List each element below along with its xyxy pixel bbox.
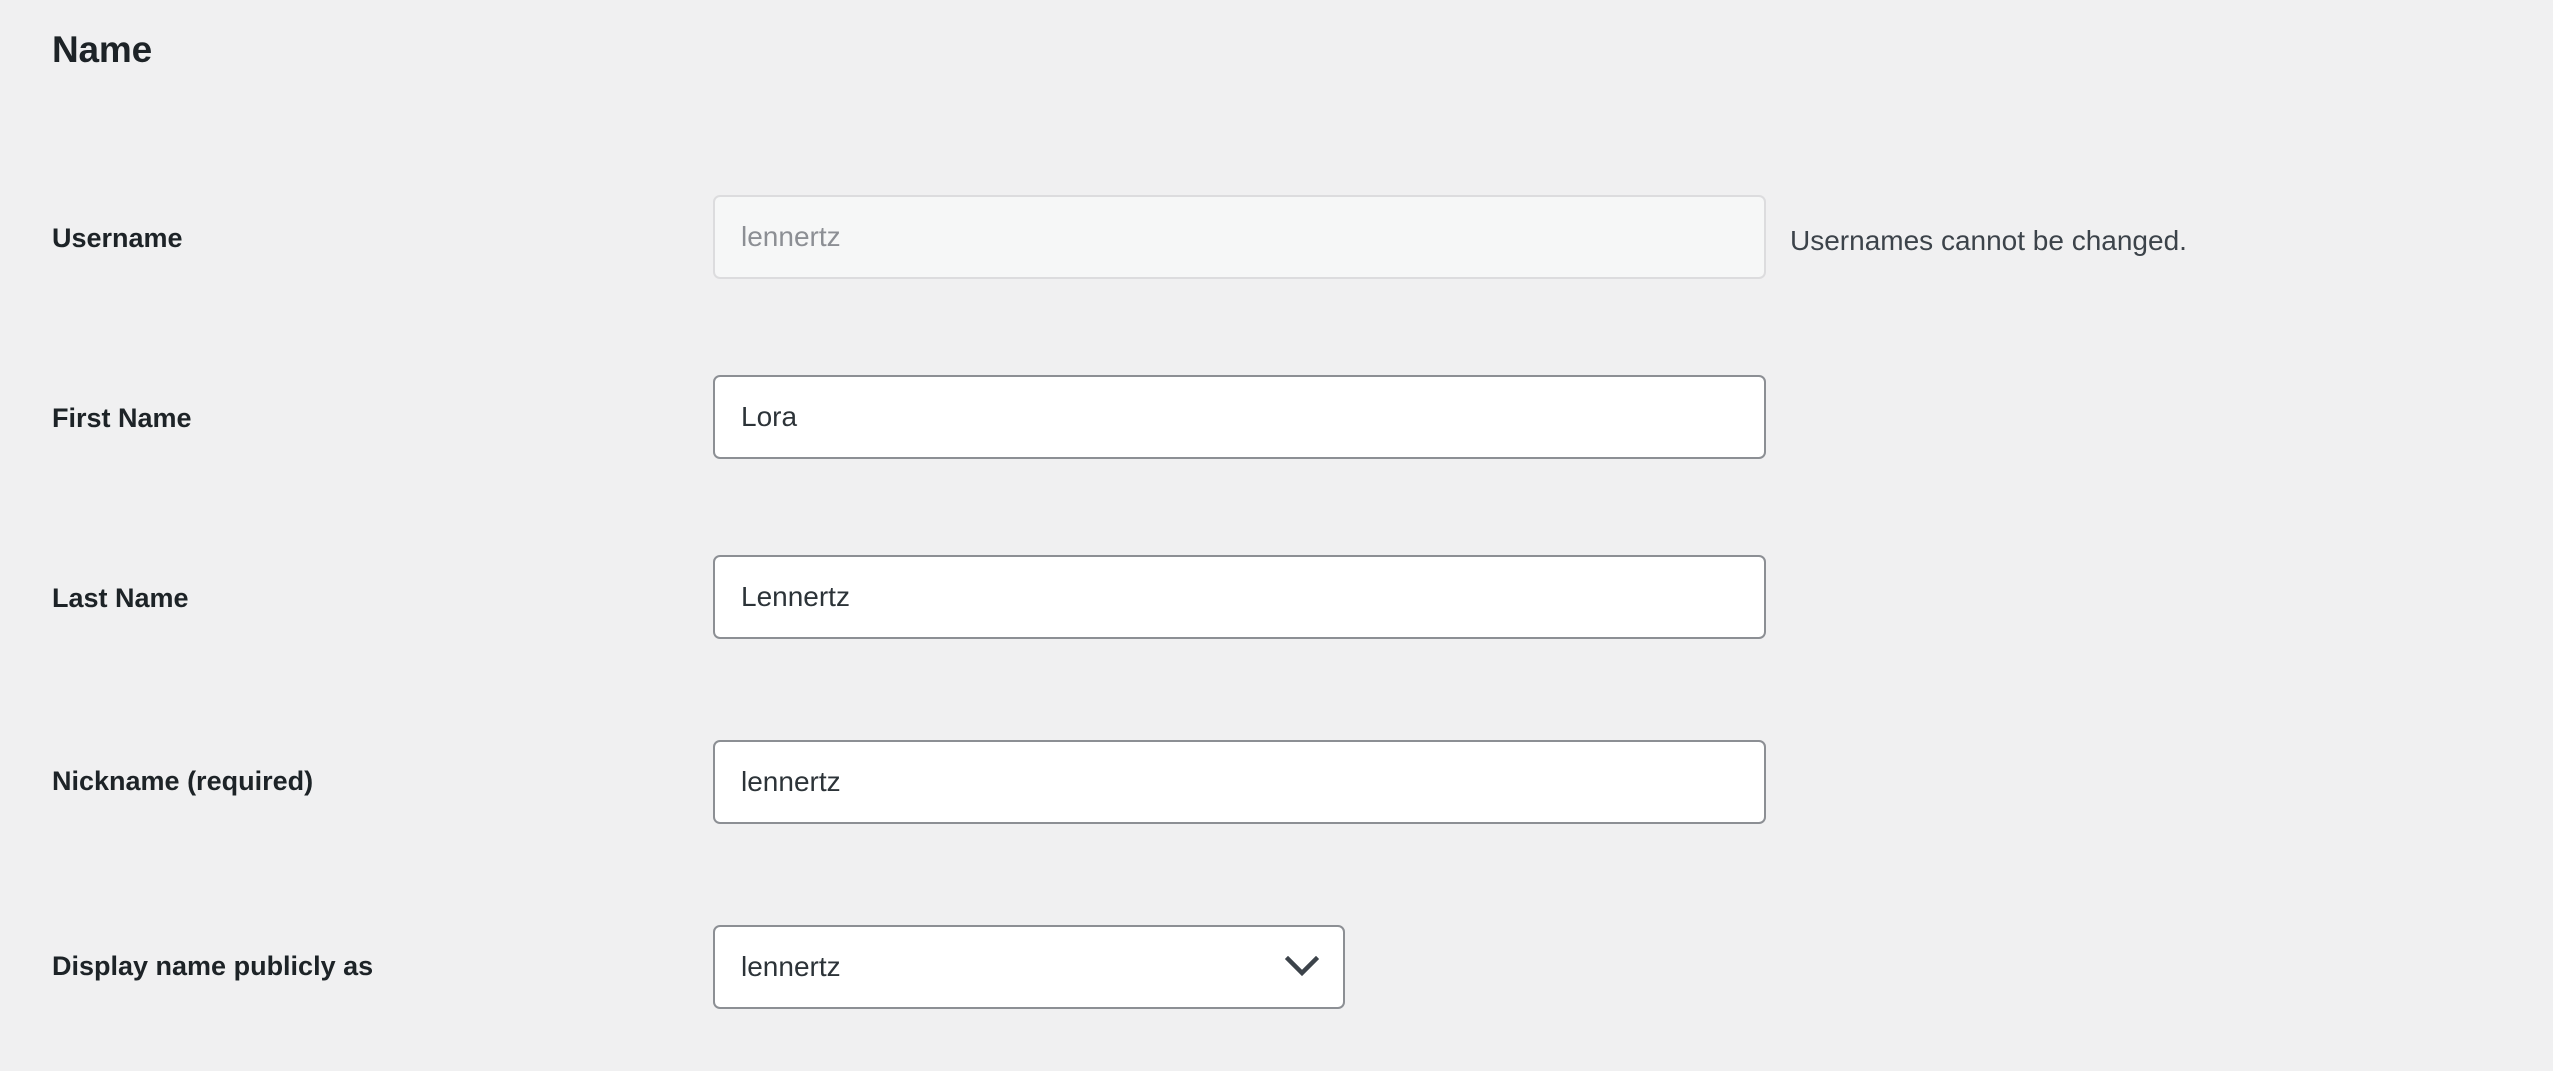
last-name-field-wrap [713,555,1766,639]
last-name-label: Last Name [52,583,189,613]
display-name-selected-value: lennertz [741,953,841,981]
first-name-input[interactable] [713,375,1766,459]
nickname-label: Nickname (required) [52,766,314,796]
first-name-label: First Name [52,403,192,433]
first-name-field-wrap [713,375,1766,459]
display-name-select-wrap: lennertz [713,925,1345,1009]
username-help-text: Usernames cannot be changed. [1790,225,2187,256]
username-label: Username [52,223,183,253]
user-profile-name-section: Name Username Usernames cannot be change… [0,0,2553,1071]
nickname-field-wrap [713,740,1766,824]
page-title: Name [52,29,152,70]
display-name-select[interactable]: lennertz [713,925,1345,1009]
username-field-wrap [713,195,1766,279]
nickname-input[interactable] [713,740,1766,824]
display-name-field-wrap: lennertz [713,925,1345,1009]
last-name-input[interactable] [713,555,1766,639]
username-input [713,195,1766,279]
display-name-label: Display name publicly as [52,951,374,981]
